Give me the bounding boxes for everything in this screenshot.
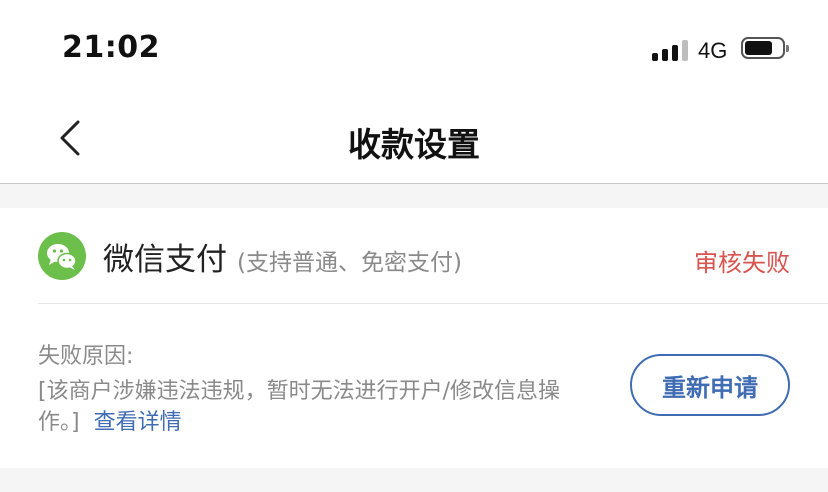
nav-bar: 收款设置	[0, 92, 828, 184]
status-time: 21:02	[62, 30, 160, 65]
battery-icon	[741, 37, 789, 61]
reapply-button[interactable]: 重新申请	[630, 354, 790, 416]
payment-method-name: 微信支付	[103, 242, 227, 278]
payment-method-card: 微信支付 (支持普通、免密支付) 审核失败 失败原因: [该商户涉嫌违法违规，暂…	[0, 208, 828, 468]
divider	[38, 303, 828, 304]
signal-strength-icon	[652, 39, 690, 61]
payment-method-description: (支持普通、免密支付)	[237, 250, 462, 276]
page-title: 收款设置	[348, 125, 480, 164]
network-type: 4G	[698, 38, 728, 63]
failure-reason-label: 失败原因:	[38, 344, 134, 369]
view-details-link[interactable]: 查看详情	[94, 410, 182, 435]
wechat-pay-icon	[38, 232, 86, 280]
status-bar: 21:02 4G	[0, 0, 828, 92]
failure-reason-text: [该商户涉嫌违法违规，暂时无法进行开户/修改信息操作。] 查看详情	[38, 376, 598, 438]
payment-settings-page: 21:02 4G 收款设置 微信支付 (支持普通、免密支付) 审核失败 失败原因…	[0, 0, 828, 492]
status-badge: 审核失败	[694, 249, 790, 277]
battery-level	[745, 41, 772, 55]
